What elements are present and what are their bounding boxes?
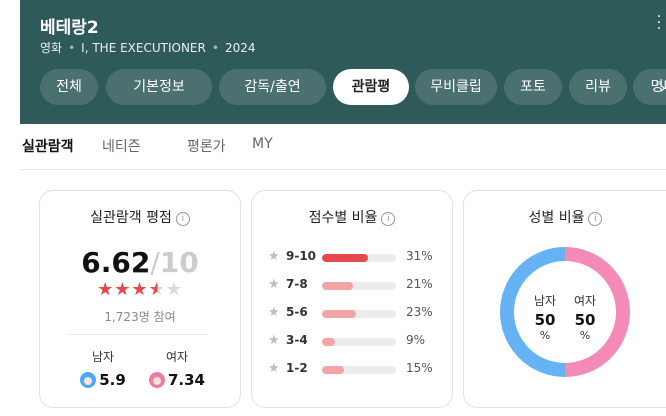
star-rating: ★★★★★ xyxy=(40,279,240,300)
percent-unit: % xyxy=(579,329,591,342)
dist-bar-fill xyxy=(322,338,336,346)
donut-center: 남자 50 % 여자 50 % xyxy=(499,246,631,378)
female-rating: 여자 7.34 xyxy=(142,348,212,389)
dist-bar xyxy=(322,338,396,346)
dist-label: 1-2 xyxy=(286,361,308,375)
female-ratio: 여자 50 % xyxy=(565,292,605,342)
score-value: 6.62 xyxy=(81,246,151,279)
dist-row: ★ 1-2 15% xyxy=(268,361,440,379)
male-label: 남자 xyxy=(533,294,557,308)
score-distribution-panel: 점수별 비율 i ★ 9-10 31% ★ 7-8 21% ★ 5-6 23% ★ 3-4 9% … xyxy=(251,190,453,408)
divider xyxy=(68,334,208,335)
distribution-title-text: 점수별 비율 xyxy=(308,210,378,226)
rating-title-text: 실관람객 평점 xyxy=(90,210,172,226)
female-score: 7.34 xyxy=(167,371,205,389)
star-icon: ★ xyxy=(97,279,115,300)
star-icon: ★ xyxy=(268,249,280,264)
dist-row: ★ 9-10 31% xyxy=(268,249,440,267)
dist-label: 7-8 xyxy=(286,277,308,291)
dist-bar-fill xyxy=(322,366,345,374)
tab-cast[interactable]: 감독/출연 xyxy=(219,69,326,105)
divider xyxy=(20,169,666,170)
subtab-critic[interactable]: 평론가 xyxy=(187,136,226,156)
star-icon: ★ xyxy=(268,333,280,348)
subtab-my[interactable]: MY xyxy=(252,136,273,152)
info-icon[interactable]: i xyxy=(588,212,603,226)
subtab-netizen[interactable]: 네티즌 xyxy=(102,136,141,156)
star-half-icon: ★ xyxy=(148,279,166,300)
rating-panel: 실관람객 평점 i 6.62/10 ★★★★★ 1,723명 참여 남자 5.9 … xyxy=(39,190,241,408)
dist-bar xyxy=(322,366,396,374)
dist-percent: 9% xyxy=(406,333,426,347)
dist-label: 3-4 xyxy=(286,333,308,347)
gender-title: 성별 비율 i xyxy=(464,207,666,227)
dot-separator: • xyxy=(211,41,219,55)
rating-score: 6.62/10 xyxy=(40,246,240,279)
tab-photo[interactable]: 포토 xyxy=(504,69,562,105)
star-icon: ★ xyxy=(114,279,132,300)
male-rating: 남자 5.9 xyxy=(68,348,138,389)
tab-bar: 전체 기본정보 감독/출연 관람평 무비클립 포토 리뷰 명대사 xyxy=(40,69,666,105)
score-slash: / xyxy=(150,246,160,279)
meta-original-title: I, THE EXECUTIONER xyxy=(81,41,206,55)
more-vertical-icon[interactable]: · · · xyxy=(656,10,662,36)
dist-percent: 31% xyxy=(406,249,433,263)
dot-separator: • xyxy=(68,41,76,55)
dist-row: ★ 5-6 23% xyxy=(268,305,440,323)
dist-bar xyxy=(322,282,396,290)
dist-bar xyxy=(322,310,396,318)
star-icon: ★ xyxy=(165,279,183,300)
female-avatar-icon xyxy=(148,372,165,388)
dist-percent: 21% xyxy=(406,277,433,291)
movie-meta: 영화 • I, THE EXECUTIONER • 2024 xyxy=(40,39,255,56)
male-avatar-icon xyxy=(80,372,97,388)
gender-title-text: 성별 비율 xyxy=(528,210,585,226)
info-icon[interactable]: i xyxy=(381,212,396,226)
dist-bar-fill xyxy=(322,310,357,318)
gender-ratio-panel: 성별 비율 i 남자 50 % 여자 50 % xyxy=(463,190,666,408)
female-score-row: 7.34 xyxy=(142,371,212,389)
dist-row: ★ 3-4 9% xyxy=(268,333,440,351)
dist-label: 5-6 xyxy=(286,305,308,319)
star-icon: ★ xyxy=(268,277,280,292)
gender-donut: 남자 50 % 여자 50 % xyxy=(499,246,631,378)
star-icon: ★ xyxy=(268,361,280,376)
chevron-right-icon[interactable]: › xyxy=(660,78,666,97)
meta-year: 2024 xyxy=(224,41,256,55)
tab-all[interactable]: 전체 xyxy=(40,69,98,105)
female-label: 여자 xyxy=(165,350,189,364)
tab-reviews-score[interactable]: 관람평 xyxy=(333,69,409,105)
meta-type: 영화 xyxy=(40,41,63,55)
star-icon: ★ xyxy=(268,305,280,320)
tab-movie-clip[interactable]: 무비클립 xyxy=(415,69,497,105)
dist-label: 9-10 xyxy=(286,249,317,263)
female-label: 여자 xyxy=(573,294,597,308)
dist-percent: 15% xyxy=(406,361,433,375)
male-score: 5.9 xyxy=(99,371,126,389)
female-percent: 50 xyxy=(574,311,596,329)
tab-review[interactable]: 리뷰 xyxy=(569,69,627,105)
score-max: 10 xyxy=(159,246,199,279)
male-ratio: 남자 50 % xyxy=(525,292,565,342)
dist-bar-fill xyxy=(322,254,368,262)
star-icon: ★ xyxy=(131,279,149,300)
dist-percent: 23% xyxy=(406,305,433,319)
distribution-title: 점수별 비율 i xyxy=(252,207,452,227)
male-percent: 50 xyxy=(534,311,556,329)
movie-title[interactable]: 베테랑2 xyxy=(40,13,99,38)
male-score-row: 5.9 xyxy=(68,371,138,389)
movie-header: 베테랑2 영화 • I, THE EXECUTIONER • 2024 · · · 전체 기… xyxy=(20,0,666,124)
dist-row: ★ 7-8 21% xyxy=(268,277,440,295)
info-icon[interactable]: i xyxy=(175,212,190,226)
subtab-audience[interactable]: 실관람객 xyxy=(22,136,74,156)
rating-title: 실관람객 평점 i xyxy=(40,207,240,227)
male-label: 남자 xyxy=(91,350,115,364)
percent-unit: % xyxy=(539,329,551,342)
participants-count: 1,723명 참여 xyxy=(104,310,176,324)
dist-bar xyxy=(322,254,396,262)
tab-basic-info[interactable]: 기본정보 xyxy=(106,69,212,105)
dist-bar-fill xyxy=(322,282,354,290)
